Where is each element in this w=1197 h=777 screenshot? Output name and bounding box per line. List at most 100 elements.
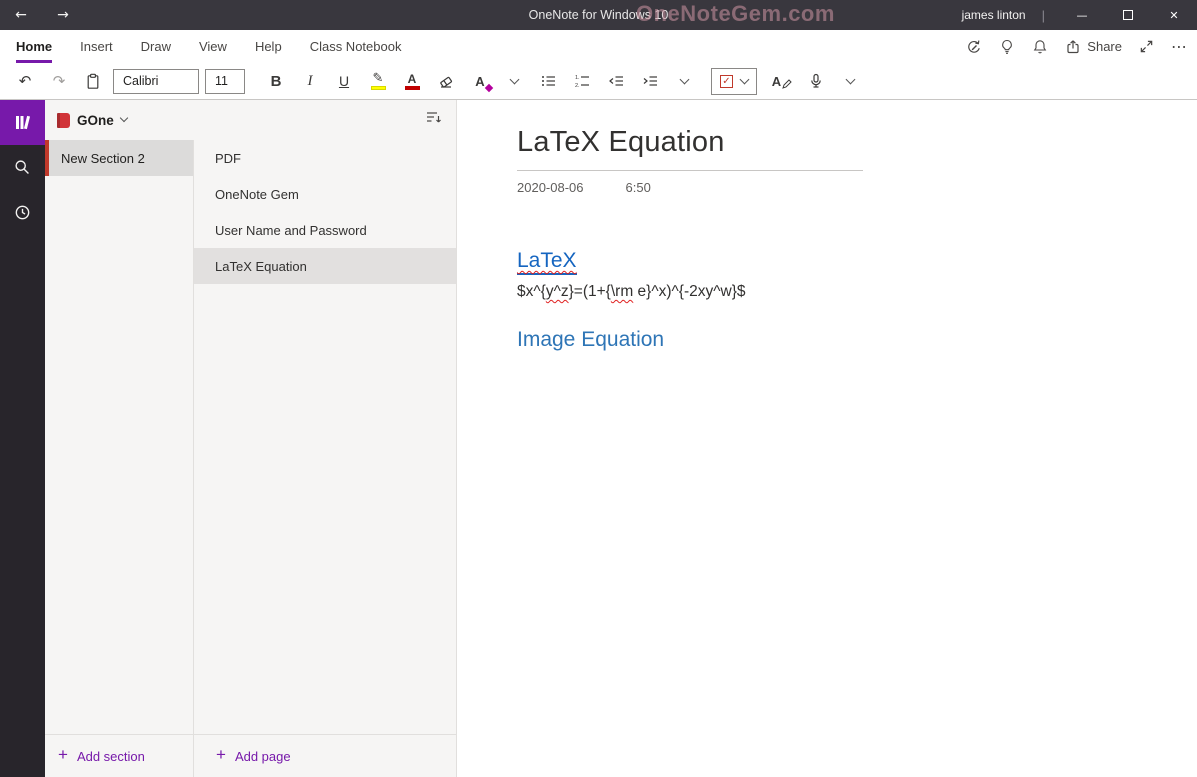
add-page-button[interactable]: + Add page bbox=[194, 735, 291, 777]
search-nav-button[interactable] bbox=[0, 145, 45, 190]
font-group-dropdown[interactable] bbox=[499, 66, 529, 96]
share-button[interactable]: Share bbox=[1065, 39, 1122, 55]
font-name-select[interactable]: Calibri bbox=[113, 69, 199, 94]
font-colorbar bbox=[405, 86, 420, 90]
notifications-button[interactable] bbox=[1032, 39, 1048, 55]
ink-replay-button[interactable] bbox=[966, 39, 982, 55]
share-label: Share bbox=[1087, 39, 1122, 54]
notebook-icon bbox=[57, 113, 70, 128]
ribbon-tab-bar: Home Insert Draw View Help Class Noteboo… bbox=[0, 30, 1197, 63]
paragraph-group-dropdown[interactable] bbox=[669, 66, 699, 96]
undo-button[interactable]: ↶ bbox=[10, 66, 40, 96]
tell-me-button[interactable] bbox=[999, 39, 1015, 55]
equation-segment: $x^{ bbox=[517, 283, 546, 300]
back-button[interactable]: ← bbox=[0, 0, 42, 30]
highlight-colorbar bbox=[371, 86, 386, 90]
todo-tag-control[interactable] bbox=[711, 68, 757, 95]
tab-class-notebook[interactable]: Class Notebook bbox=[310, 30, 402, 63]
clear-formatting-letter: A bbox=[475, 74, 484, 89]
pages-list: PDF OneNote Gem User Name and Password L… bbox=[194, 140, 456, 734]
indent-icon bbox=[642, 73, 659, 89]
image-equation-heading[interactable]: Image Equation bbox=[517, 328, 1197, 352]
page-item-pdf[interactable]: PDF bbox=[194, 140, 456, 176]
numbered-list-icon: 1.2. bbox=[574, 73, 591, 89]
chevron-down-icon bbox=[120, 114, 128, 122]
tab-home[interactable]: Home bbox=[16, 30, 52, 63]
bullet-list-button[interactable] bbox=[533, 66, 563, 96]
highlighter-button[interactable]: ✎ bbox=[363, 66, 393, 96]
user-account[interactable]: james linton bbox=[962, 8, 1026, 22]
chevron-down-icon bbox=[679, 74, 689, 84]
tab-insert[interactable]: Insert bbox=[80, 30, 113, 63]
tab-draw[interactable]: Draw bbox=[141, 30, 171, 63]
font-size-select[interactable]: 11 bbox=[205, 69, 245, 94]
todo-checkbox-icon bbox=[720, 75, 733, 88]
close-button[interactable]: ✕ bbox=[1151, 0, 1197, 30]
sort-pages-button[interactable] bbox=[426, 110, 442, 130]
eraser-icon bbox=[438, 73, 454, 89]
forward-button[interactable]: → bbox=[42, 0, 84, 30]
ink-replay-icon bbox=[966, 39, 982, 55]
numbered-list-button[interactable]: 1.2. bbox=[567, 66, 597, 96]
notebook-dropdown[interactable]: GOne bbox=[45, 113, 194, 128]
minimize-button[interactable]: — bbox=[1059, 0, 1105, 30]
clear-formatting-button[interactable]: A bbox=[465, 66, 495, 96]
more-options-button[interactable]: ⋯ bbox=[1171, 37, 1187, 56]
font-color-button[interactable]: A bbox=[397, 66, 427, 96]
maximize-button[interactable] bbox=[1105, 0, 1151, 30]
note-canvas[interactable]: LaTeX Equation 2020-08-06 6:50 LaTeX $x^… bbox=[457, 100, 1197, 777]
titlebar-separator: | bbox=[1042, 8, 1045, 23]
plus-icon: + bbox=[58, 745, 68, 765]
latex-equation-text[interactable]: $x^{y^z}=(1+{\rm e}^x)^{-2xy^w}$ bbox=[517, 283, 1197, 301]
window-title: OneNote for Windows 10 bbox=[529, 8, 669, 22]
styles-pen-icon bbox=[782, 79, 792, 89]
page-title[interactable]: LaTeX Equation bbox=[517, 126, 1197, 159]
styles-button[interactable]: A bbox=[767, 66, 797, 96]
navigation-rail bbox=[0, 100, 45, 777]
page-time: 6:50 bbox=[626, 180, 651, 195]
notebooks-nav-button[interactable] bbox=[0, 100, 45, 145]
bold-button[interactable]: B bbox=[261, 66, 291, 96]
page-meta: 2020-08-06 6:50 bbox=[517, 180, 1197, 195]
underline-button[interactable]: U bbox=[329, 66, 359, 96]
latex-link-line: LaTeX bbox=[517, 249, 1197, 273]
recent-notes-nav-button[interactable] bbox=[0, 190, 45, 235]
fullscreen-button[interactable] bbox=[1139, 39, 1154, 54]
tab-help[interactable]: Help bbox=[255, 30, 282, 63]
redo-button[interactable]: ↷ bbox=[44, 66, 74, 96]
panels-header: GOne bbox=[45, 100, 456, 140]
svg-text:2.: 2. bbox=[575, 83, 580, 89]
latex-hyperlink[interactable]: LaTeX bbox=[517, 249, 577, 275]
lightbulb-icon bbox=[999, 39, 1015, 55]
outdent-button[interactable] bbox=[601, 66, 631, 96]
search-icon bbox=[14, 159, 31, 176]
microphone-icon bbox=[808, 73, 824, 89]
title-underline bbox=[517, 170, 863, 171]
equation-segment: }=(1+{ bbox=[569, 283, 611, 300]
share-icon bbox=[1065, 39, 1081, 55]
clear-formatting-diamond-icon bbox=[485, 84, 493, 92]
svg-text:1.: 1. bbox=[575, 75, 580, 81]
bullet-list-icon bbox=[540, 73, 557, 89]
dictate-dropdown[interactable] bbox=[835, 66, 865, 96]
equation-segment-misspelled: \rm bbox=[611, 283, 633, 300]
expand-icon bbox=[1139, 39, 1154, 54]
page-item-onenote-gem[interactable]: OneNote Gem bbox=[194, 176, 456, 212]
add-section-button[interactable]: + Add section bbox=[45, 735, 194, 777]
section-item-new-section-2[interactable]: New Section 2 bbox=[45, 140, 193, 176]
navigation-panels: GOne New Section 2 PDF OneNote Gem User … bbox=[45, 100, 457, 777]
paste-button[interactable] bbox=[78, 66, 108, 96]
page-item-latex-equation[interactable]: LaTeX Equation bbox=[194, 248, 456, 284]
clock-icon bbox=[14, 204, 31, 221]
dictate-button[interactable] bbox=[801, 66, 831, 96]
chevron-down-icon bbox=[509, 74, 519, 84]
italic-button[interactable]: I bbox=[295, 66, 325, 96]
tab-view[interactable]: View bbox=[199, 30, 227, 63]
panels-footer: + Add section + Add page bbox=[45, 734, 456, 777]
indent-button[interactable] bbox=[635, 66, 665, 96]
eraser-button[interactable] bbox=[431, 66, 461, 96]
clipboard-icon bbox=[85, 73, 101, 90]
sort-icon bbox=[426, 110, 442, 125]
styles-letter: A bbox=[772, 74, 781, 89]
page-item-user-name-and-password[interactable]: User Name and Password bbox=[194, 212, 456, 248]
